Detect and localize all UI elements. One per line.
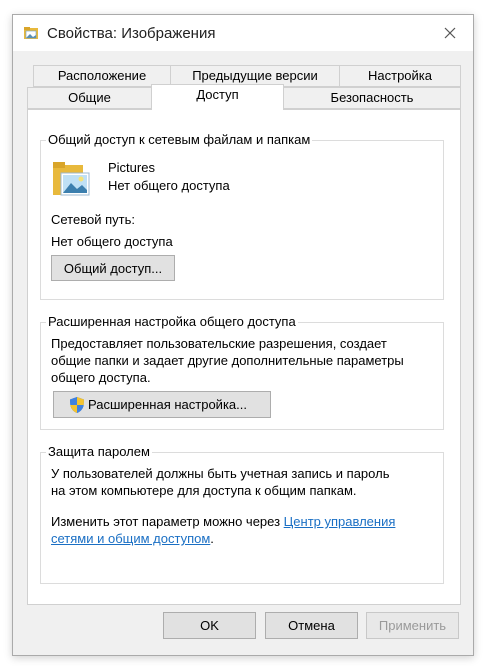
ok-button[interactable]: OK — [163, 612, 256, 639]
advanced-sharing-group: Расширенная настройка общего доступа Пре… — [40, 314, 444, 430]
change-setting-prefix: Изменить этот параметр можно через — [51, 514, 284, 529]
change-setting-line: Изменить этот параметр можно через Центр… — [51, 513, 395, 530]
advanced-sharing-button-label: Расширенная настройка... — [88, 397, 247, 412]
change-setting-line-2: сетями и общим доступом. — [51, 530, 214, 547]
group-title: Защита паролем — [46, 444, 152, 459]
properties-dialog: Свойства: Изображения Расположение Преды… — [12, 14, 474, 656]
advanced-description-line: общего доступа. — [51, 370, 151, 385]
sharing-panel: Общий доступ к сетевым файлам и папкам P… — [27, 109, 461, 605]
title-bar: Свойства: Изображения — [13, 15, 473, 51]
password-protection-group: Защита паролем У пользователей должны бы… — [40, 444, 444, 584]
folder-icon — [23, 25, 39, 41]
cancel-button[interactable]: Отмена — [265, 612, 358, 639]
tab-customize[interactable]: Настройка — [339, 65, 461, 87]
close-button[interactable] — [427, 15, 473, 51]
share-button[interactable]: Общий доступ... — [51, 255, 175, 281]
network-sharing-group: Общий доступ к сетевым файлам и папкам P… — [40, 132, 444, 300]
tab-security[interactable]: Безопасность — [283, 87, 461, 109]
group-title: Общий доступ к сетевым файлам и папкам — [46, 132, 313, 147]
close-icon — [444, 27, 456, 39]
network-center-link[interactable]: Центр управления — [284, 514, 396, 529]
advanced-sharing-button[interactable]: Расширенная настройка... — [53, 391, 271, 418]
window-title: Свойства: Изображения — [47, 25, 216, 42]
network-path-label: Сетевой путь: — [51, 212, 135, 227]
password-text-line: У пользователей должны быть учетная запи… — [51, 466, 390, 481]
advanced-description-line: Предоставляет пользовательские разрешени… — [51, 336, 387, 351]
password-text-line: на этом компьютере для доступа к общим п… — [51, 483, 357, 498]
tab-general[interactable]: Общие — [27, 87, 152, 109]
apply-button[interactable]: Применить — [366, 612, 459, 639]
advanced-description-line: общие папки и задает другие дополнительн… — [51, 353, 404, 368]
folder-image-icon — [51, 159, 91, 199]
group-title: Расширенная настройка общего доступа — [46, 314, 298, 329]
folder-share-status: Нет общего доступа — [108, 178, 230, 193]
tab-sharing[interactable]: Доступ — [151, 84, 284, 110]
uac-shield-icon — [68, 396, 86, 414]
network-center-link-cont[interactable]: сетями и общим доступом — [51, 531, 210, 546]
link-suffix: . — [210, 531, 214, 546]
folder-name: Pictures — [108, 160, 155, 175]
network-path-value: Нет общего доступа — [51, 234, 173, 249]
